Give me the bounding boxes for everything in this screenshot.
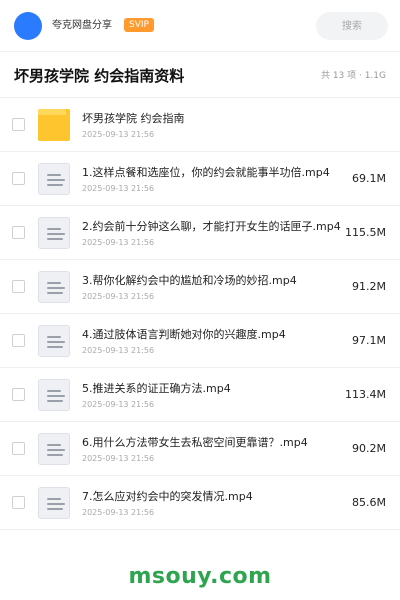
avatar[interactable] xyxy=(14,12,42,40)
item-name: 3.帮你化解约会中的尴尬和冷场的妙招.mp4 xyxy=(82,274,297,287)
item-name: 4.通过肢体语言判断她对你的兴趣度.mp4 xyxy=(82,328,286,341)
item-date: 2025-09-13 21:56 xyxy=(82,400,155,409)
item-checkbox[interactable] xyxy=(12,172,25,185)
svip-badge: SVIP xyxy=(124,18,154,32)
list-item[interactable]: 2.约会前十分钟这么聊，才能打开女生的话匣子.mp4 2025-09-13 21… xyxy=(0,206,400,260)
item-date: 2025-09-13 21:56 xyxy=(82,184,155,193)
file-icon xyxy=(38,379,70,411)
item-size: 113.4M xyxy=(345,388,386,401)
item-checkbox[interactable] xyxy=(12,226,25,239)
item-name: 5.推进关系的证正确方法.mp4 xyxy=(82,382,231,395)
file-icon xyxy=(38,163,70,195)
list-item[interactable]: 4.通过肢体语言判断她对你的兴趣度.mp4 2025-09-13 21:56 9… xyxy=(0,314,400,368)
item-checkbox[interactable] xyxy=(12,442,25,455)
watermark: msouy.com xyxy=(128,564,272,589)
item-name: 7.怎么应对约会中的突发情况.mp4 xyxy=(82,490,253,503)
top-bar: 夸克网盘分享 SVIP xyxy=(0,0,400,52)
file-icon xyxy=(38,325,70,357)
folder-header: 坏男孩学院 约会指南资料 共 13 项 · 1.1G xyxy=(0,52,400,98)
file-icon xyxy=(38,433,70,465)
item-size: 115.5M xyxy=(345,226,386,239)
list-item[interactable]: 7.怎么应对约会中的突发情况.mp4 2025-09-13 21:56 85.6… xyxy=(0,476,400,530)
list-item-folder[interactable]: 坏男孩学院 约会指南 2025-09-13 21:56 xyxy=(0,98,400,152)
item-size: 90.2M xyxy=(352,442,386,455)
item-size: 91.2M xyxy=(352,280,386,293)
list-item[interactable]: 1.这样点餐和选座位，你的约会就能事半功倍.mp4 2025-09-13 21:… xyxy=(0,152,400,206)
item-date: 2025-09-13 21:56 xyxy=(82,508,155,517)
item-name: 1.这样点餐和选座位，你的约会就能事半功倍.mp4 xyxy=(82,166,330,179)
item-date: 2025-09-13 21:56 xyxy=(82,346,155,355)
list-item[interactable]: 5.推进关系的证正确方法.mp4 2025-09-13 21:56 113.4M xyxy=(0,368,400,422)
item-name: 6.用什么方法带女生去私密空间更靠谱？.mp4 xyxy=(82,436,308,449)
item-date: 2025-09-13 21:56 xyxy=(82,130,155,139)
item-size: 97.1M xyxy=(352,334,386,347)
item-checkbox[interactable] xyxy=(12,334,25,347)
item-name: 坏男孩学院 约会指南 xyxy=(82,112,185,125)
item-checkbox[interactable] xyxy=(12,280,25,293)
folder-icon xyxy=(38,109,70,141)
search-input[interactable] xyxy=(316,12,388,40)
item-date: 2025-09-13 21:56 xyxy=(82,292,155,301)
item-checkbox[interactable] xyxy=(12,388,25,401)
item-date: 2025-09-13 21:56 xyxy=(82,454,155,463)
item-size: 69.1M xyxy=(352,172,386,185)
item-checkbox[interactable] xyxy=(12,496,25,509)
page-title: 坏男孩学院 约会指南资料 xyxy=(14,67,185,85)
list-item[interactable]: 6.用什么方法带女生去私密空间更靠谱？.mp4 2025-09-13 21:56… xyxy=(0,422,400,476)
app-name: 夸克网盘分享 xyxy=(52,20,112,31)
file-icon xyxy=(38,217,70,249)
item-checkbox[interactable] xyxy=(12,118,25,131)
item-date: 2025-09-13 21:56 xyxy=(82,238,155,247)
file-list: 坏男孩学院 约会指南 2025-09-13 21:56 1.这样点餐和选座位，你… xyxy=(0,98,400,530)
file-icon xyxy=(38,487,70,519)
file-icon xyxy=(38,271,70,303)
folder-meta: 共 13 项 · 1.1G xyxy=(320,71,386,81)
item-name: 2.约会前十分钟这么聊，才能打开女生的话匣子.mp4 xyxy=(82,220,341,233)
list-item[interactable]: 3.帮你化解约会中的尴尬和冷场的妙招.mp4 2025-09-13 21:56 … xyxy=(0,260,400,314)
item-size: 85.6M xyxy=(352,496,386,509)
